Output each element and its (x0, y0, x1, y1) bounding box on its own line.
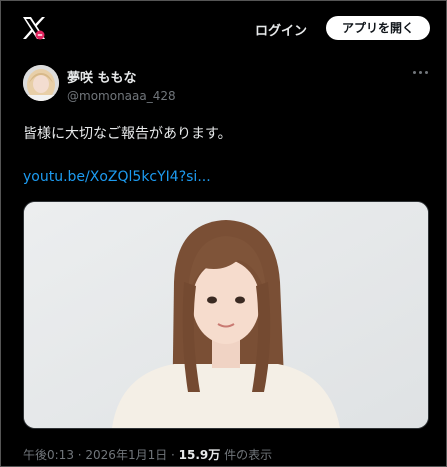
author-name[interactable]: 夢咲 ももな (67, 67, 176, 86)
more-options-icon[interactable] (411, 67, 431, 79)
tweet-meta: 午後0:13 · 2026年1月1日 · 15.9万 件の表示 (23, 446, 272, 463)
meta-separator: · (167, 448, 179, 462)
avatar[interactable] (23, 65, 59, 101)
app-frame: ログイン アプリを開く 夢咲 ももな @momonaaa_428 皆様に大切なご… (0, 0, 447, 467)
more-dot (419, 71, 422, 74)
tweet-link[interactable]: youtu.be/XoZQl5kcYI4?si... (23, 169, 211, 185)
tweet-text: 皆様に大切なご報告があります。 (23, 126, 232, 142)
header: ログイン アプリを開く (1, 1, 446, 53)
tweet-date[interactable]: 2026年1月1日 (85, 448, 167, 462)
x-logo-icon[interactable] (21, 15, 47, 41)
tweet: 夢咲 ももな @momonaaa_428 皆様に大切なご報告があります。 you… (1, 53, 446, 466)
meta-separator: · (73, 448, 86, 462)
open-app-button[interactable]: アプリを開く (326, 16, 430, 40)
video-thumbnail-icon (24, 202, 428, 428)
views-count: 15.9万 (178, 448, 221, 462)
login-link[interactable]: ログイン (255, 20, 307, 39)
author-handle[interactable]: @momonaaa_428 (67, 89, 176, 103)
more-dot (425, 71, 428, 74)
tweet-media[interactable] (23, 201, 429, 429)
more-dot (413, 71, 416, 74)
views-label: 件の表示 (220, 448, 273, 462)
author[interactable]: 夢咲 ももな @momonaaa_428 (67, 67, 176, 103)
tweet-time[interactable]: 午後0:13 (23, 448, 74, 462)
avatar-image (23, 65, 59, 101)
